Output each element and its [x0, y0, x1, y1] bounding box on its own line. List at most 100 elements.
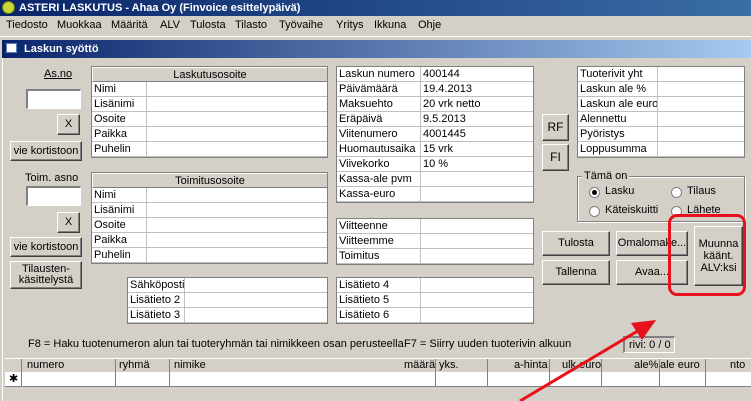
- table-row[interactable]: Huomautusaika 15 vrk: [337, 142, 533, 157]
- table-row[interactable]: Puhelin: [92, 248, 327, 263]
- menu-ikkuna[interactable]: Ikkuna: [374, 19, 406, 31]
- table-row[interactable]: Paikka: [92, 127, 327, 142]
- row-label: Lisänimi: [94, 98, 135, 110]
- tilausten-kasittely-button[interactable]: Tilausten- käsittelystä: [10, 261, 82, 289]
- row-label: Pyöristys: [580, 128, 625, 140]
- row-label: Lisätieto 2: [130, 294, 181, 306]
- menu-ohje[interactable]: Ohje: [418, 19, 441, 31]
- table-row[interactable]: Päivämäärä 19.4.2013: [337, 82, 533, 97]
- table-row[interactable]: Kassa-euro: [337, 187, 533, 202]
- table-row[interactable]: Maksuehto 20 vrk netto: [337, 97, 533, 112]
- row-label: Viivekorko: [339, 158, 390, 170]
- table-row[interactable]: Lisänimi: [92, 203, 327, 218]
- radio-kateiskuitti-label[interactable]: Käteiskuitti: [605, 204, 658, 216]
- app-icon: [2, 1, 15, 14]
- row-value: 400144: [423, 68, 460, 80]
- row-label: Kassa-ale pvm: [339, 173, 412, 185]
- menu-tulosta[interactable]: Tulosta: [190, 19, 226, 31]
- tallenna-button[interactable]: Tallenna: [542, 260, 610, 285]
- table-row[interactable]: Osoite: [92, 218, 327, 233]
- toim-asno-label: Toim. asno: [25, 172, 79, 184]
- annotation-arrow-icon: [519, 320, 656, 401]
- table-row[interactable]: Nimi: [92, 188, 327, 203]
- table-row[interactable]: Lisätieto 4: [337, 278, 533, 293]
- menu-tiedosto[interactable]: Tiedosto: [6, 19, 48, 31]
- row-label: Viitenumero: [339, 128, 398, 140]
- subwindow-title: Laskun syöttö: [24, 43, 99, 55]
- col-ryhma[interactable]: ryhmä: [119, 359, 150, 371]
- table-row[interactable]: Laskun numero 400144: [337, 67, 533, 82]
- menu-maarita[interactable]: Määritä: [111, 19, 148, 31]
- menu-yritys[interactable]: Yritys: [336, 19, 364, 31]
- row-label: Osoite: [94, 219, 126, 231]
- row-label: Osoite: [94, 113, 126, 125]
- row-label: Päivämäärä: [339, 83, 398, 95]
- menu-alv[interactable]: ALV: [160, 19, 180, 31]
- radio-tilaus-label[interactable]: Tilaus: [687, 185, 716, 197]
- menu-muokkaa[interactable]: Muokkaa: [57, 19, 102, 31]
- table-row[interactable]: Paikka: [92, 233, 327, 248]
- table-row[interactable]: Viitenumero 4001445: [337, 127, 533, 142]
- new-row-marker: ✱: [9, 373, 19, 385]
- toim-asno-input[interactable]: [26, 186, 81, 206]
- col-yks[interactable]: yks.: [439, 359, 459, 371]
- document-type-title: Tämä on: [582, 170, 630, 182]
- table-row[interactable]: Viitteemme: [337, 234, 533, 249]
- row-label: Lisätieto 3: [130, 309, 181, 321]
- row-label: Huomautusaika: [339, 143, 416, 155]
- row-label: Nimi: [94, 189, 116, 201]
- table-row[interactable]: Tuoterivit yht: [578, 67, 744, 82]
- menu-tilasto[interactable]: Tilasto: [235, 19, 267, 31]
- lisatiedot-left-panel: Sähköposti Lisätieto 2 Lisätieto 3: [127, 277, 328, 324]
- table-row[interactable]: Alennettu: [578, 112, 744, 127]
- table-row[interactable]: Osoite: [92, 112, 327, 127]
- fi-button[interactable]: FI: [542, 144, 569, 171]
- row-label: Lisätieto 5: [339, 294, 390, 306]
- toimitusosoite-title: Toimitusosoite: [92, 173, 327, 188]
- table-row[interactable]: Lisätieto 2: [128, 293, 327, 308]
- clear-toim-asno-button[interactable]: X: [57, 212, 80, 233]
- tulosta-button[interactable]: Tulosta: [542, 231, 610, 256]
- table-row[interactable]: Sähköposti: [128, 278, 327, 293]
- table-row[interactable]: Laskun ale %: [578, 82, 744, 97]
- menu-tyovaihe[interactable]: Työvaihe: [279, 19, 323, 31]
- radio-kateiskuitti[interactable]: [589, 206, 600, 217]
- row-label: Paikka: [94, 128, 128, 140]
- table-row[interactable]: Lisänimi: [92, 97, 327, 112]
- radio-lasku[interactable]: [589, 187, 600, 198]
- asno-input[interactable]: [26, 89, 81, 109]
- totals-panel: Tuoterivit yht Laskun ale % Laskun ale e…: [577, 66, 745, 158]
- rf-button[interactable]: RF: [542, 114, 569, 141]
- row-label: Tuoterivit yht: [580, 68, 643, 80]
- radio-tilaus[interactable]: [671, 187, 682, 198]
- table-row[interactable]: Eräpäivä 9.5.2013: [337, 112, 533, 127]
- radio-lasku-label[interactable]: Lasku: [605, 185, 634, 197]
- subwindow-title-bar: Laskun syöttö: [2, 40, 751, 58]
- table-row[interactable]: Puhelin: [92, 142, 327, 157]
- table-row[interactable]: Lisätieto 3: [128, 308, 327, 323]
- col-nto[interactable]: nto: [730, 359, 745, 371]
- table-row[interactable]: Nimi: [92, 82, 327, 97]
- col-numero[interactable]: numero: [27, 359, 64, 371]
- clear-asno-button[interactable]: X: [57, 114, 80, 135]
- vie-kortistoon-button[interactable]: vie kortistoon: [10, 141, 82, 161]
- laskutusosoite-title: Laskutusosoite: [92, 67, 327, 82]
- table-row[interactable]: Viivekorko 10 %: [337, 157, 533, 172]
- table-row[interactable]: Viitteenne: [337, 219, 533, 234]
- row-label: Lisänimi: [94, 204, 135, 216]
- table-row[interactable]: Pyöristys: [578, 127, 744, 142]
- highlight-annotation: [668, 214, 746, 296]
- row-label: Alennettu: [580, 113, 627, 125]
- row-value: 9.5.2013: [423, 113, 466, 125]
- table-row[interactable]: Loppusumma: [578, 142, 744, 157]
- table-row[interactable]: Kassa-ale pvm: [337, 172, 533, 187]
- table-row[interactable]: Toimitus: [337, 249, 533, 264]
- col-nimike[interactable]: nimike: [174, 359, 206, 371]
- row-label: Eräpäivä: [339, 113, 383, 125]
- col-maara[interactable]: määrä: [404, 359, 435, 371]
- vie-kortistoon-2-button[interactable]: vie kortistoon: [10, 237, 82, 257]
- laskutusosoite-panel: Laskutusosoite Nimi Lisänimi Osoite Paik…: [91, 66, 328, 158]
- row-label: Paikka: [94, 234, 128, 246]
- table-row[interactable]: Laskun ale euro: [578, 97, 744, 112]
- app-title-bar: ASTERI LASKUTUS - Ahaa Oy (Finvoice esit…: [0, 0, 751, 16]
